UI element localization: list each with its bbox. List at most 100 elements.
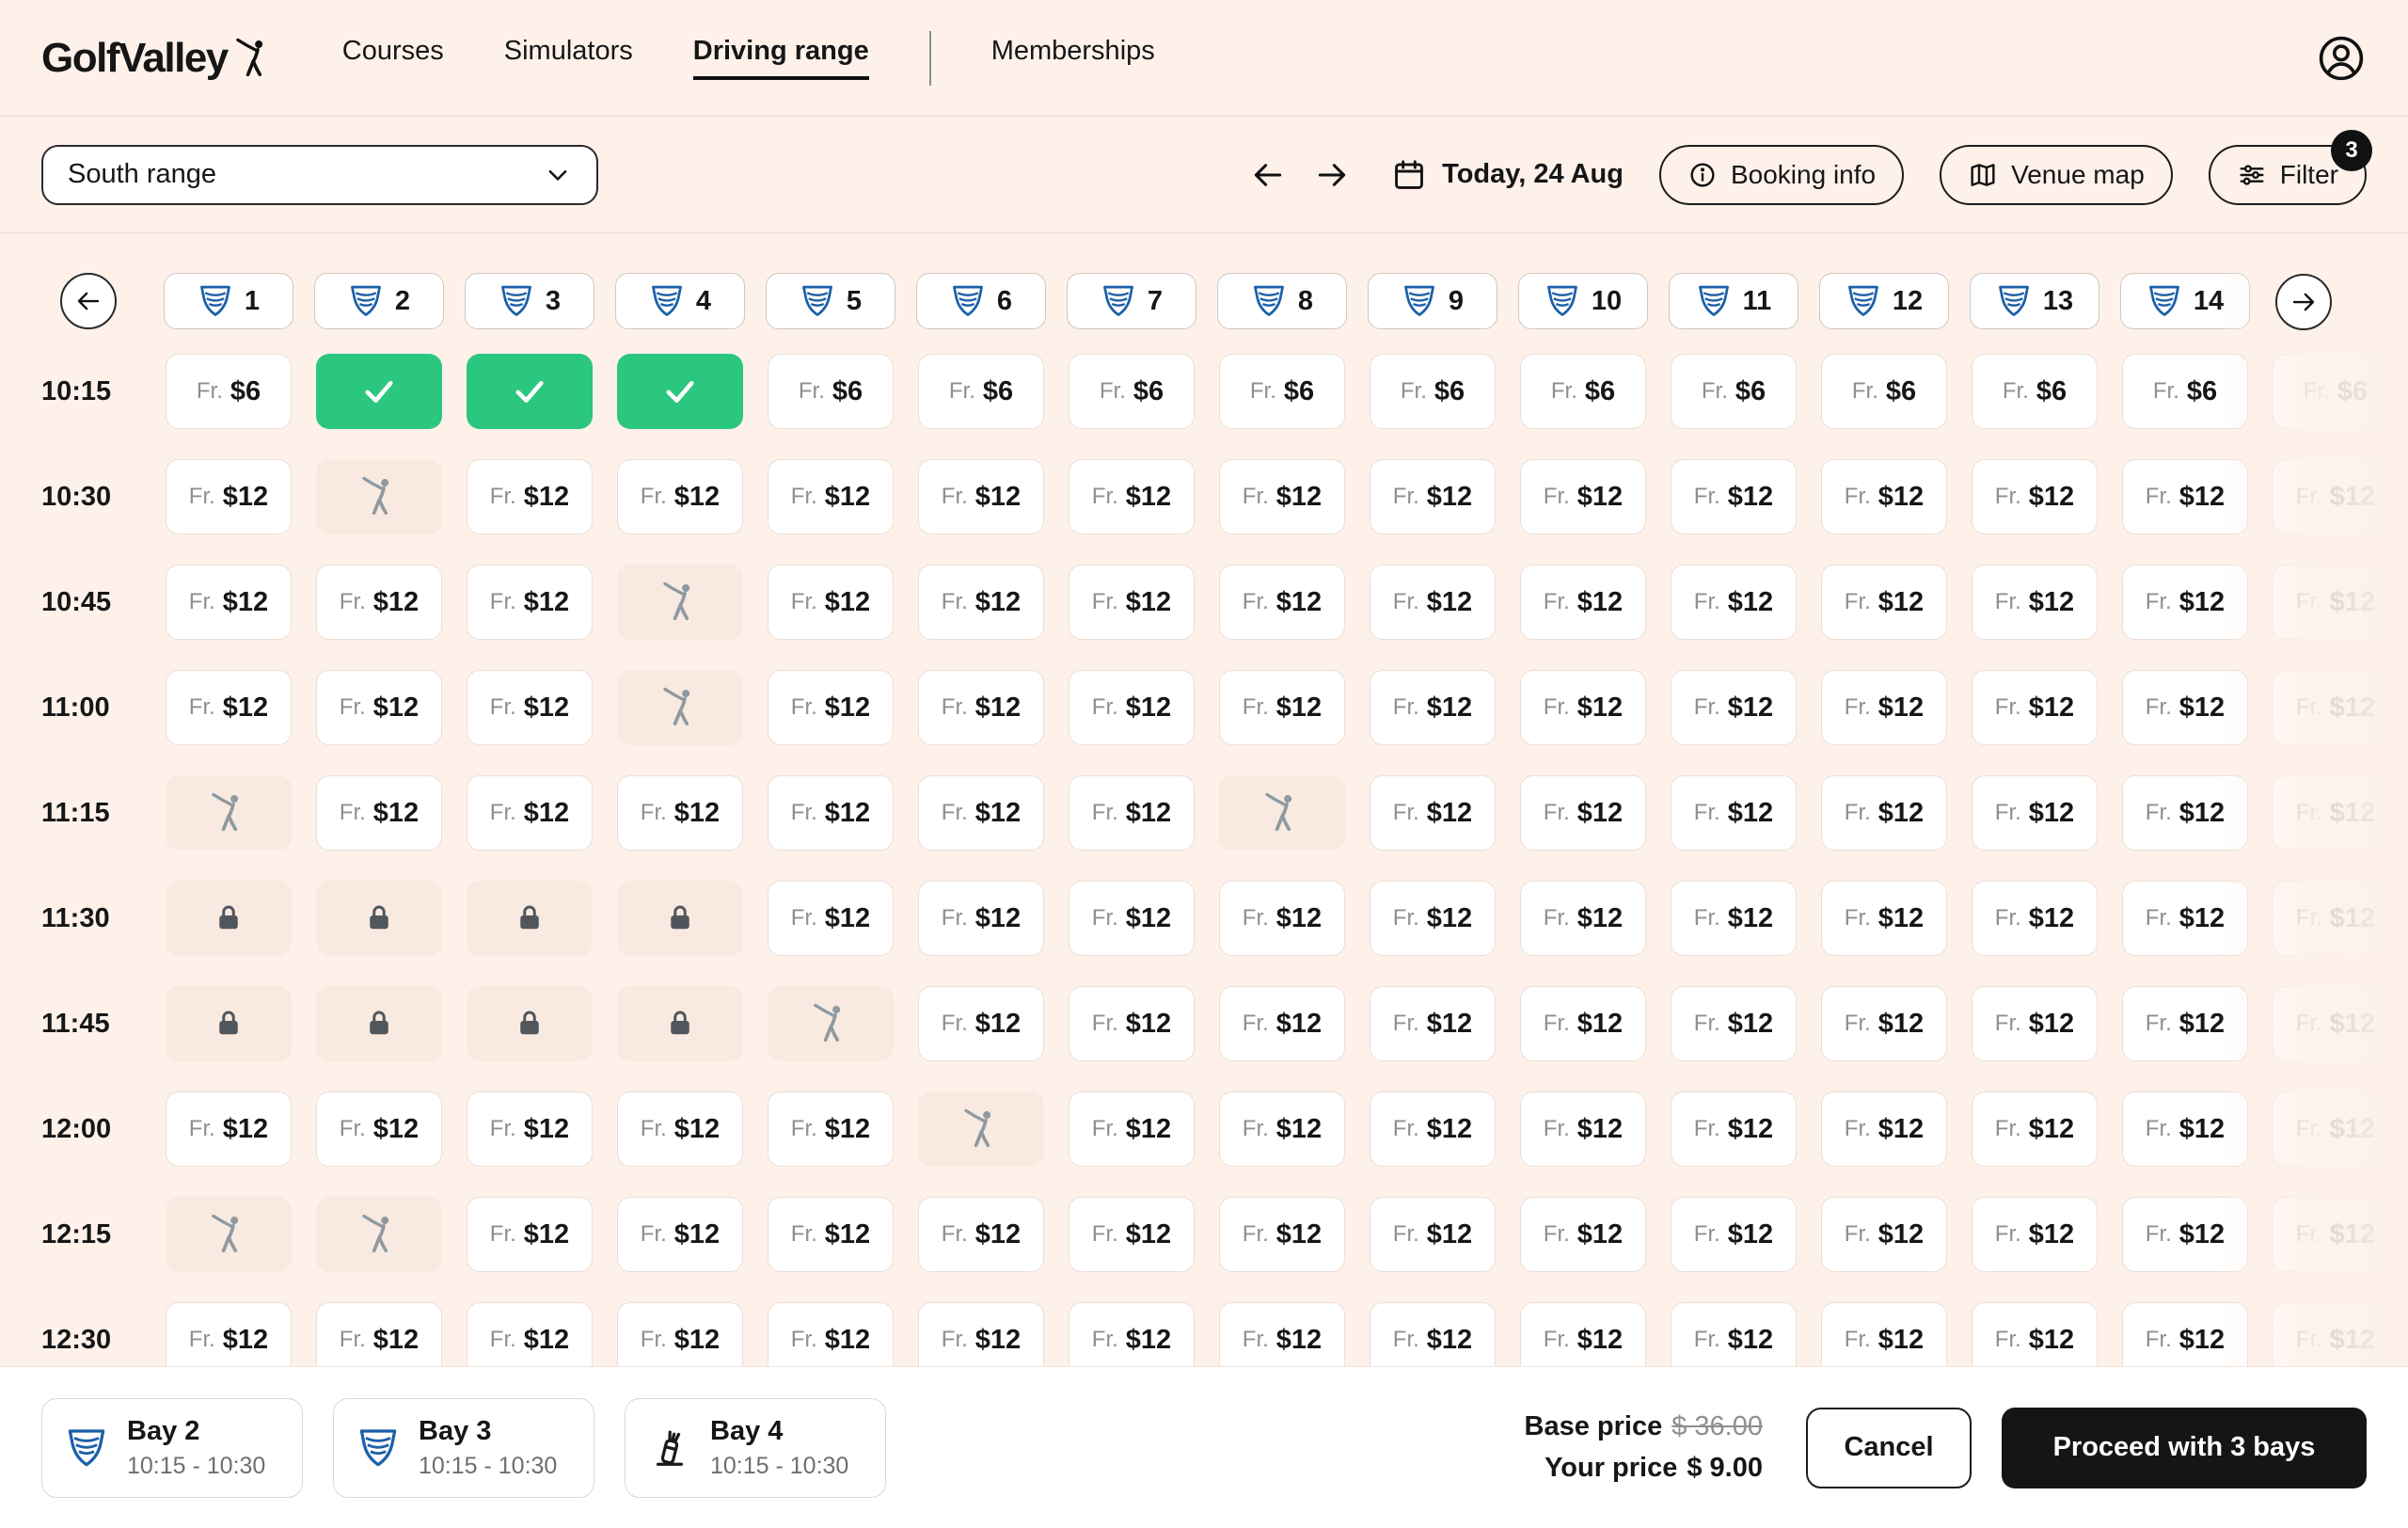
- grid-cell-available[interactable]: Fr.$12: [1972, 670, 2098, 745]
- nav-item-memberships[interactable]: Memberships: [991, 36, 1155, 80]
- grid-cell-available[interactable]: Fr.$12: [316, 565, 442, 640]
- venue-map-button[interactable]: Venue map: [1940, 145, 2173, 205]
- scroll-bays-right-button[interactable]: [2275, 274, 2332, 330]
- grid-cell-available[interactable]: Fr.$12: [768, 1302, 894, 1366]
- grid-cell-available[interactable]: Fr.$12: [1520, 1091, 1646, 1167]
- bay-header-13[interactable]: 13: [1970, 273, 2099, 329]
- grid-cell-available[interactable]: Fr.$12: [1821, 1197, 1947, 1272]
- bay-header-6[interactable]: 6: [916, 273, 1046, 329]
- grid-cell-available[interactable]: Fr.$12: [316, 670, 442, 745]
- grid-cell-available[interactable]: Fr.$12: [1219, 670, 1345, 745]
- bay-header-2[interactable]: 2: [314, 273, 444, 329]
- grid-cell-available[interactable]: Fr.$12: [1219, 1302, 1345, 1366]
- grid-cell-available[interactable]: Fr.$12: [1219, 986, 1345, 1061]
- grid-cell-available[interactable]: Fr.$12: [768, 775, 894, 851]
- grid-cell-available[interactable]: Fr.$12: [1972, 986, 2098, 1061]
- grid-cell-available[interactable]: Fr.$12: [2273, 1197, 2399, 1272]
- grid-cell-available[interactable]: Fr.$12: [1069, 881, 1195, 956]
- grid-cell-available[interactable]: Fr.$12: [1069, 459, 1195, 534]
- grid-cell-available[interactable]: Fr.$12: [1821, 775, 1947, 851]
- grid-cell-available[interactable]: Fr.$12: [1219, 1197, 1345, 1272]
- selected-bay-card[interactable]: Bay 210:15 - 10:30: [41, 1398, 303, 1498]
- grid-cell-available[interactable]: Fr.$12: [467, 1302, 593, 1366]
- grid-cell-available[interactable]: Fr.$12: [166, 1302, 292, 1366]
- grid-cell-available[interactable]: Fr.$12: [1671, 1091, 1797, 1167]
- grid-cell-available[interactable]: Fr.$12: [1671, 986, 1797, 1061]
- cancel-button[interactable]: Cancel: [1806, 1408, 1972, 1488]
- bay-header-12[interactable]: 12: [1819, 273, 1949, 329]
- grid-cell-available[interactable]: Fr.$12: [1972, 1302, 2098, 1366]
- grid-cell-available[interactable]: Fr.$12: [918, 1302, 1044, 1366]
- grid-cell-available[interactable]: Fr.$6: [2273, 354, 2399, 429]
- grid-cell-available[interactable]: Fr.$12: [2122, 1091, 2248, 1167]
- grid-cell-available[interactable]: Fr.$12: [2273, 1302, 2399, 1366]
- grid-cell-available[interactable]: Fr.$12: [1069, 1091, 1195, 1167]
- grid-cell-available[interactable]: Fr.$12: [1219, 1091, 1345, 1167]
- grid-cell-available[interactable]: Fr.$12: [1821, 670, 1947, 745]
- grid-cell-available[interactable]: Fr.$12: [467, 459, 593, 534]
- grid-cell-available[interactable]: Fr.$12: [1520, 565, 1646, 640]
- grid-cell-available[interactable]: Fr.$12: [2122, 881, 2248, 956]
- grid-cell-available[interactable]: Fr.$12: [166, 459, 292, 534]
- grid-cell-available[interactable]: Fr.$12: [918, 775, 1044, 851]
- grid-cell-available[interactable]: Fr.$12: [1671, 775, 1797, 851]
- grid-cell-available[interactable]: Fr.$12: [1671, 670, 1797, 745]
- grid-cell-available[interactable]: Fr.$12: [768, 670, 894, 745]
- grid-cell-available[interactable]: Fr.$12: [316, 1091, 442, 1167]
- grid-cell-available[interactable]: Fr.$12: [1520, 775, 1646, 851]
- grid-cell-available[interactable]: Fr.$12: [166, 1091, 292, 1167]
- logo[interactable]: GolfValley: [41, 35, 275, 82]
- grid-cell-available[interactable]: Fr.$12: [1219, 881, 1345, 956]
- grid-cell-available[interactable]: Fr.$12: [1370, 1091, 1496, 1167]
- grid-cell-available[interactable]: Fr.$12: [1972, 881, 2098, 956]
- grid-cell-available[interactable]: Fr.$12: [617, 775, 743, 851]
- grid-cell-available[interactable]: Fr.$12: [617, 1091, 743, 1167]
- grid-cell-selected[interactable]: [316, 354, 442, 429]
- nav-item-driving-range[interactable]: Driving range: [693, 36, 869, 80]
- bay-header-11[interactable]: 11: [1669, 273, 1798, 329]
- grid-cell-available[interactable]: Fr.$12: [2122, 986, 2248, 1061]
- grid-cell-available[interactable]: Fr.$12: [467, 1197, 593, 1272]
- nav-item-simulators[interactable]: Simulators: [504, 36, 633, 80]
- grid-cell-available[interactable]: Fr.$12: [768, 459, 894, 534]
- grid-cell-available[interactable]: Fr.$12: [166, 565, 292, 640]
- grid-cell-available[interactable]: Fr.$12: [1821, 881, 1947, 956]
- bay-header-9[interactable]: 9: [1368, 273, 1497, 329]
- grid-cell-available[interactable]: Fr.$12: [768, 1197, 894, 1272]
- grid-cell-available[interactable]: Fr.$12: [1370, 1302, 1496, 1366]
- grid-cell-available[interactable]: Fr.$12: [768, 1091, 894, 1167]
- grid-cell-available[interactable]: Fr.$12: [2273, 986, 2399, 1061]
- bay-header-14[interactable]: 14: [2120, 273, 2250, 329]
- grid-cell-available[interactable]: Fr.$12: [918, 459, 1044, 534]
- proceed-button[interactable]: Proceed with 3 bays: [2002, 1408, 2367, 1488]
- prev-day-button[interactable]: [1250, 157, 1286, 193]
- grid-cell-available[interactable]: Fr.$12: [1069, 986, 1195, 1061]
- nav-item-courses[interactable]: Courses: [342, 36, 444, 80]
- bay-header-4[interactable]: 4: [615, 273, 745, 329]
- grid-cell-available[interactable]: Fr.$12: [1821, 459, 1947, 534]
- grid-cell-available[interactable]: Fr.$12: [1219, 565, 1345, 640]
- grid-cell-available[interactable]: Fr.$6: [1520, 354, 1646, 429]
- bay-header-10[interactable]: 10: [1518, 273, 1648, 329]
- grid-cell-available[interactable]: Fr.$12: [467, 670, 593, 745]
- grid-cell-selected[interactable]: [617, 354, 743, 429]
- grid-cell-available[interactable]: Fr.$12: [1972, 1197, 2098, 1272]
- grid-cell-available[interactable]: Fr.$12: [467, 565, 593, 640]
- grid-cell-selected[interactable]: [467, 354, 593, 429]
- grid-cell-available[interactable]: Fr.$12: [2273, 670, 2399, 745]
- grid-cell-available[interactable]: Fr.$12: [1821, 565, 1947, 640]
- grid-cell-available[interactable]: Fr.$12: [467, 1091, 593, 1167]
- grid-cell-available[interactable]: Fr.$12: [316, 1302, 442, 1366]
- bay-header-7[interactable]: 7: [1067, 273, 1196, 329]
- filter-button[interactable]: Filter 3: [2209, 145, 2367, 205]
- next-day-button[interactable]: [1314, 157, 1350, 193]
- grid-cell-available[interactable]: Fr.$12: [2122, 565, 2248, 640]
- grid-cell-available[interactable]: Fr.$12: [1671, 1302, 1797, 1366]
- grid-cell-available[interactable]: Fr.$12: [1219, 459, 1345, 534]
- grid-cell-available[interactable]: Fr.$12: [768, 881, 894, 956]
- grid-cell-available[interactable]: Fr.$12: [2273, 459, 2399, 534]
- grid-cell-available[interactable]: Fr.$12: [1069, 670, 1195, 745]
- grid-cell-available[interactable]: Fr.$12: [316, 775, 442, 851]
- grid-cell-available[interactable]: Fr.$12: [2273, 881, 2399, 956]
- grid-cell-available[interactable]: Fr.$12: [617, 1197, 743, 1272]
